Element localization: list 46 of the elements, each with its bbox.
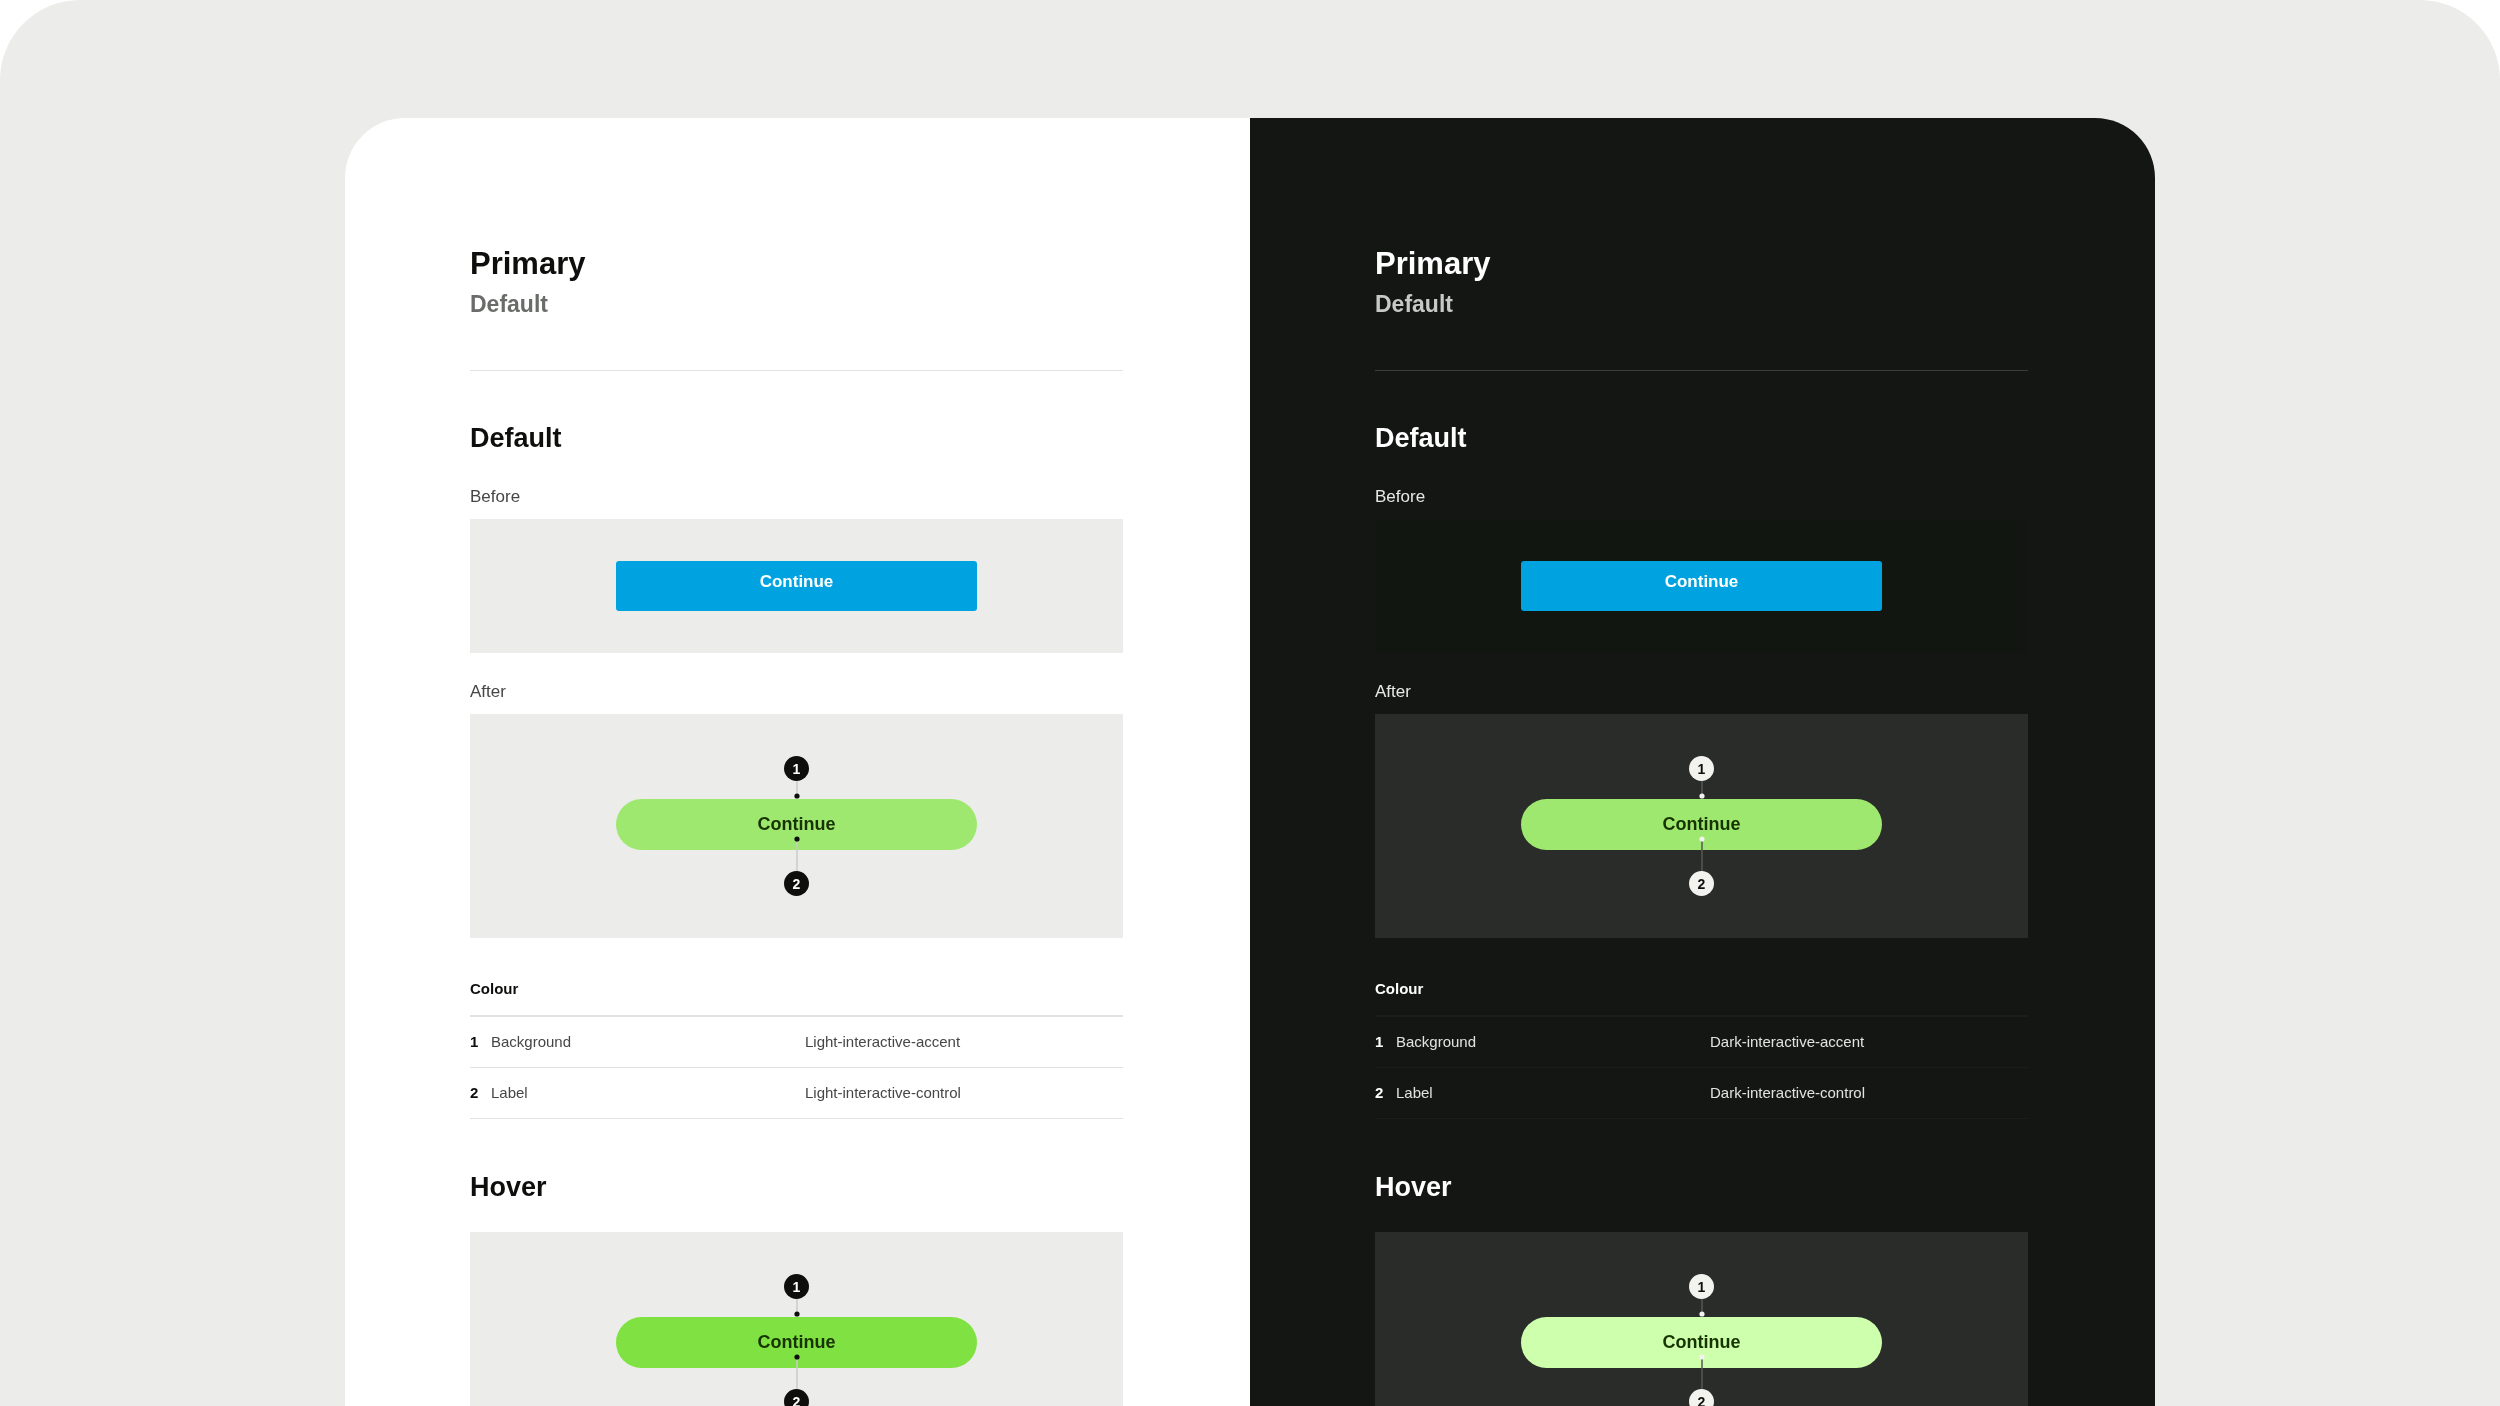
colour-token: Dark-interactive-accent (1710, 1031, 1865, 1052)
section-heading: Hover (470, 1171, 548, 1204)
section-heading: Default (470, 422, 563, 455)
row-number: 2 (470, 1082, 480, 1103)
colour-token: Light-interactive-control (805, 1082, 961, 1103)
leader-line (793, 1299, 800, 1317)
leader-line (793, 836, 800, 871)
row-number: 1 (470, 1031, 480, 1052)
example-label: Before (470, 487, 521, 507)
row-number: 1 (1375, 1031, 1385, 1052)
colour-token: Dark-interactive-control (1710, 1082, 1866, 1103)
example-label: After (1375, 682, 1411, 702)
page-title: Primary (1375, 246, 1492, 282)
marker-badge: 1 (784, 1274, 809, 1299)
colour-heading: Colour (470, 980, 1123, 1017)
continue-button[interactable]: Continue (616, 1317, 977, 1368)
colour-role: Background (491, 1031, 573, 1052)
marker-badge: 1 (784, 756, 809, 781)
leader-line (1698, 1354, 1705, 1389)
section-heading: Default (1375, 422, 1468, 455)
colour-role: Label (491, 1082, 529, 1103)
marker-badge: 2 (784, 871, 809, 896)
colour-role: Background (1396, 1031, 1478, 1052)
marker-badge: 2 (1689, 871, 1714, 896)
marker-badge: 1 (1689, 756, 1714, 781)
leader-line (1698, 836, 1705, 871)
page-title: Primary (470, 246, 587, 282)
leader-line (793, 781, 800, 799)
row-number: 2 (1375, 1082, 1385, 1103)
page-subtitle: Default (470, 290, 549, 318)
colour-role: Label (1396, 1082, 1434, 1103)
marker-badge: 2 (1689, 1389, 1714, 1406)
continue-button[interactable]: Continue (1521, 1317, 1882, 1368)
leader-line (1698, 1299, 1705, 1317)
marker-badge: 1 (1689, 1274, 1714, 1299)
marker-badge: 2 (784, 1389, 809, 1406)
page-subtitle: Default (1375, 290, 1454, 318)
leader-line (793, 1354, 800, 1389)
colour-heading: Colour (1375, 980, 2028, 1017)
example-label: Before (1375, 487, 1426, 507)
leader-line (1698, 781, 1705, 799)
colour-token: Light-interactive-accent (805, 1031, 961, 1052)
continue-button[interactable]: Continue (616, 799, 977, 850)
example-label: After (470, 682, 506, 702)
section-heading: Hover (1375, 1171, 1453, 1204)
continue-button[interactable]: Continue (1521, 799, 1882, 850)
